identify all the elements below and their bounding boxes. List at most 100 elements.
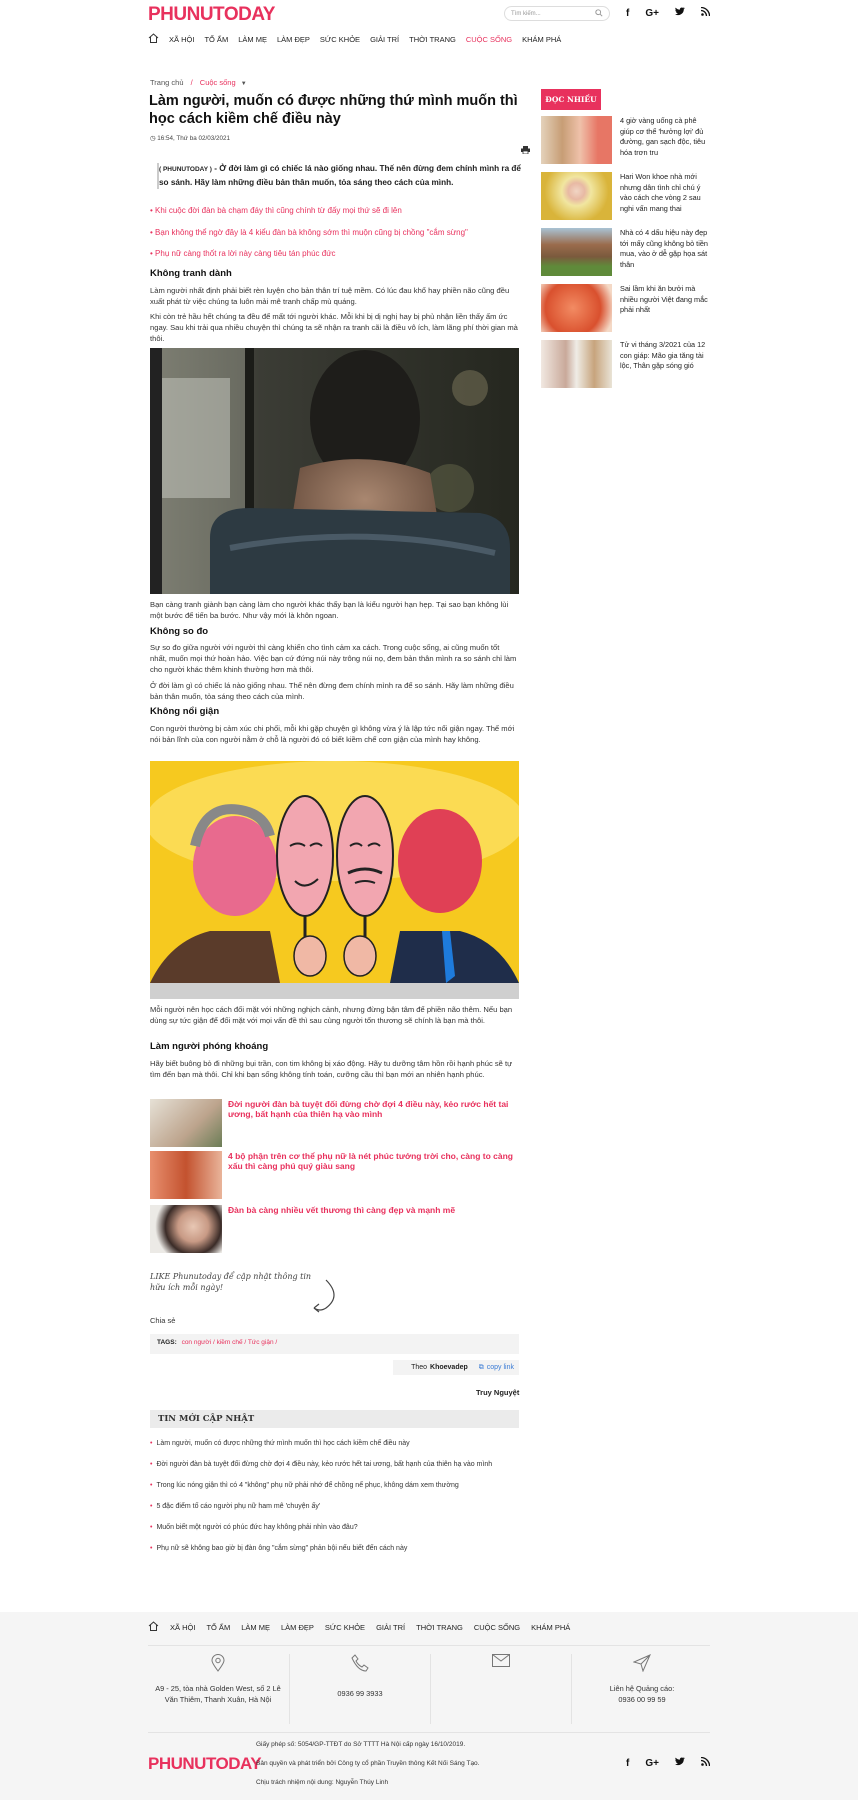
source-box: Theo Khoevadep ⧉ copy link — [393, 1360, 519, 1375]
send-icon — [572, 1654, 712, 1675]
nav-item-active[interactable]: CUỘC SỐNG — [466, 35, 512, 44]
paragraph: Con người thường bị cảm xúc chi phối, mỗ… — [150, 724, 515, 744]
footer-phone: 0936 99 3933 — [290, 1654, 430, 1699]
footer: XÃ HỘI TỔ ẤM LÀM MẸ LÀM ĐẸP SỨC KHỎE GIẢ… — [0, 1612, 858, 1800]
search-input[interactable]: Tìm kiếm... — [504, 6, 610, 21]
home-icon[interactable] — [148, 1621, 159, 1633]
site-logo[interactable]: PHUNUTODAY — [148, 4, 275, 26]
google-plus-icon[interactable]: G+ — [645, 8, 659, 19]
related-link[interactable]: • Khi cuộc đời đàn bà chạm đáy thì cũng … — [150, 206, 402, 215]
nav-item[interactable]: LÀM ĐẸP — [277, 35, 310, 44]
twitter-icon[interactable] — [674, 1757, 685, 1769]
facebook-icon[interactable]: f — [626, 1758, 629, 1769]
clock-icon: ◷ — [150, 135, 156, 142]
footer-nav: XÃ HỘI TỔ ẤM LÀM MẸ LÀM ĐẸP SỨC KHỎE GIẢ… — [148, 1621, 570, 1633]
phone-icon — [290, 1654, 430, 1675]
breadcrumb-current[interactable]: Cuộc sống — [200, 78, 236, 87]
curved-arrow-icon — [308, 1278, 340, 1316]
related-thumb[interactable] — [150, 1099, 222, 1147]
google-plus-icon[interactable]: G+ — [645, 1758, 659, 1769]
footer-nav-item[interactable]: LÀM MẸ — [241, 1623, 270, 1632]
footer-nav-item[interactable]: KHÁM PHÁ — [531, 1623, 570, 1632]
footer-nav-item[interactable]: SỨC KHỎE — [325, 1623, 365, 1632]
sidebar-item[interactable]: 4 giờ vàng uống cà phê giúp cơ thể 'hưởn… — [541, 116, 711, 164]
sidebar-item[interactable]: Sai lầm khi ăn bưởi mà nhiều người Việt … — [541, 284, 711, 332]
share-label[interactable]: Chia sẻ — [150, 1316, 175, 1325]
article-title: Làm người, muốn có được những thứ mình m… — [149, 93, 518, 127]
caret-down-icon[interactable]: ▼ — [241, 81, 247, 87]
footer-ads: Liên hệ Quảng cáo: 0936 00 99 59 — [572, 1654, 712, 1705]
nav-item[interactable]: KHÁM PHÁ — [522, 35, 561, 44]
home-icon[interactable] — [148, 33, 159, 45]
footer-logo[interactable]: PHUNUTODAY — [148, 1754, 262, 1774]
footer-social: f G+ — [626, 1756, 711, 1769]
sidebar-item[interactable]: Nhà có 4 dấu hiệu này đẹp tới mấy cũng k… — [541, 228, 711, 276]
rss-icon[interactable] — [700, 1756, 711, 1769]
main-nav: XÃ HỘI TỔ ẤM LÀM MẸ LÀM ĐẸP SỨC KHỎE GIẢ… — [148, 33, 561, 45]
sidebar-thumb[interactable] — [541, 228, 612, 276]
footer-nav-item[interactable]: TỔ ẤM — [206, 1623, 230, 1632]
related-thumb[interactable] — [150, 1151, 222, 1199]
related-article[interactable]: Đời người đàn bà tuyệt đối đừng chờ đợi … — [150, 1099, 520, 1147]
related-link[interactable]: • Phụ nữ càng thốt ra lời này càng tiêu … — [150, 249, 336, 258]
nav-item[interactable]: THỜI TRANG — [409, 35, 456, 44]
related-thumb[interactable] — [150, 1205, 222, 1253]
nav-item[interactable]: SỨC KHỎE — [320, 35, 360, 44]
copy-link-icon[interactable]: ⧉ — [479, 1364, 484, 1372]
mail-icon — [431, 1654, 571, 1670]
footer-address: A9 - 25, tòa nhà Golden West, số 2 Lê Vă… — [148, 1654, 288, 1705]
print-icon[interactable] — [521, 146, 530, 156]
paragraph: Mỗi người nên học cách đối mặt với những… — [150, 1005, 513, 1025]
source-name: Khoevadep — [430, 1364, 468, 1371]
sidebar-thumb[interactable] — [541, 116, 612, 164]
footer-nav-item[interactable]: XÃ HỘI — [170, 1623, 195, 1632]
facebook-icon[interactable]: f — [626, 8, 629, 19]
sidebar-list: 4 giờ vàng uống cà phê giúp cơ thể 'hưởn… — [541, 116, 711, 388]
related-article[interactable]: Đàn bà càng nhiều vết thương thì càng đẹ… — [150, 1205, 520, 1253]
header-social: f G+ — [626, 6, 711, 19]
article-image-woman-on-bus — [150, 348, 519, 594]
nav-item[interactable]: TỔ ẤM — [204, 35, 228, 44]
paragraph: Khi còn trẻ hầu hết chúng ta đều để mất … — [150, 312, 518, 343]
footer-nav-item[interactable]: THỜI TRANG — [416, 1623, 463, 1632]
tag[interactable]: con người — [182, 1339, 212, 1346]
sidebar-thumb[interactable] — [541, 284, 612, 332]
breadcrumb-sep: / — [190, 78, 193, 87]
like-cta: LIKE Phunutoday để cập nhật thông tin hữ… — [150, 1272, 312, 1292]
rss-icon[interactable] — [700, 6, 711, 19]
nav-item[interactable]: LÀM MẸ — [238, 35, 267, 44]
latest-item[interactable]: Làm người, muốn có được những thứ mình m… — [150, 1440, 530, 1447]
nav-item[interactable]: XÃ HỘI — [169, 35, 194, 44]
footer-nav-item[interactable]: LÀM ĐẸP — [281, 1623, 314, 1632]
sidebar-title: ĐỌC NHIỀU — [541, 89, 601, 110]
latest-item[interactable]: 5 đặc điểm tố cáo người phụ nữ ham mê 'c… — [150, 1503, 530, 1510]
related-article[interactable]: 4 bộ phận trên cơ thể phụ nữ là nét phúc… — [150, 1151, 520, 1199]
twitter-icon[interactable] — [674, 7, 685, 19]
related-link[interactable]: • Bạn không thể ngờ đây là 4 kiểu đàn bà… — [150, 228, 468, 237]
footer-email — [431, 1654, 571, 1670]
latest-item[interactable]: Trong lúc nóng giận thì có 4 "không" phụ… — [150, 1482, 530, 1489]
sidebar-item[interactable]: Hari Won khoe nhà mới nhưng dân tình chỉ… — [541, 172, 711, 220]
latest-title: TIN MỚI CẬP NHẬT — [158, 1414, 255, 1424]
search-icon[interactable] — [595, 8, 603, 19]
sidebar-thumb[interactable] — [541, 172, 612, 220]
tag[interactable]: Tức giận — [248, 1339, 274, 1346]
sidebar-thumb[interactable] — [541, 340, 612, 388]
paragraph: Ở đời làm gì có chiếc lá nào giống nhau.… — [150, 681, 514, 701]
latest-item[interactable]: Phụ nữ sẽ không bao giờ bị đàn ông "cắm … — [150, 1545, 530, 1552]
copy-link-button[interactable]: copy link — [487, 1364, 514, 1371]
breadcrumb-home[interactable]: Trang chủ — [150, 78, 184, 87]
sidebar-item[interactable]: Tử vi tháng 3/2021 của 12 con giáp: Mão … — [541, 340, 711, 388]
location-pin-icon — [148, 1654, 288, 1675]
section-heading: Không nổi giận — [150, 706, 220, 717]
footer-nav-item[interactable]: CUỘC SỐNG — [474, 1623, 520, 1632]
footer-divider — [148, 1732, 710, 1733]
latest-item[interactable]: Muốn biết một người có phúc đức hay khôn… — [150, 1524, 530, 1531]
paragraph: Làm người nhất định phải biết rèn luyện … — [150, 286, 510, 306]
tag[interactable]: kiềm chế — [217, 1339, 243, 1346]
article-date: ◷ 16:54, Thứ ba 02/03/2021 — [150, 135, 230, 142]
author-name: Truy Nguyệt — [476, 1388, 520, 1397]
latest-item[interactable]: Đời người đàn bà tuyệt đối đừng chờ đợi … — [150, 1461, 530, 1468]
footer-nav-item[interactable]: GIẢI TRÍ — [376, 1623, 405, 1632]
nav-item[interactable]: GIẢI TRÍ — [370, 35, 399, 44]
